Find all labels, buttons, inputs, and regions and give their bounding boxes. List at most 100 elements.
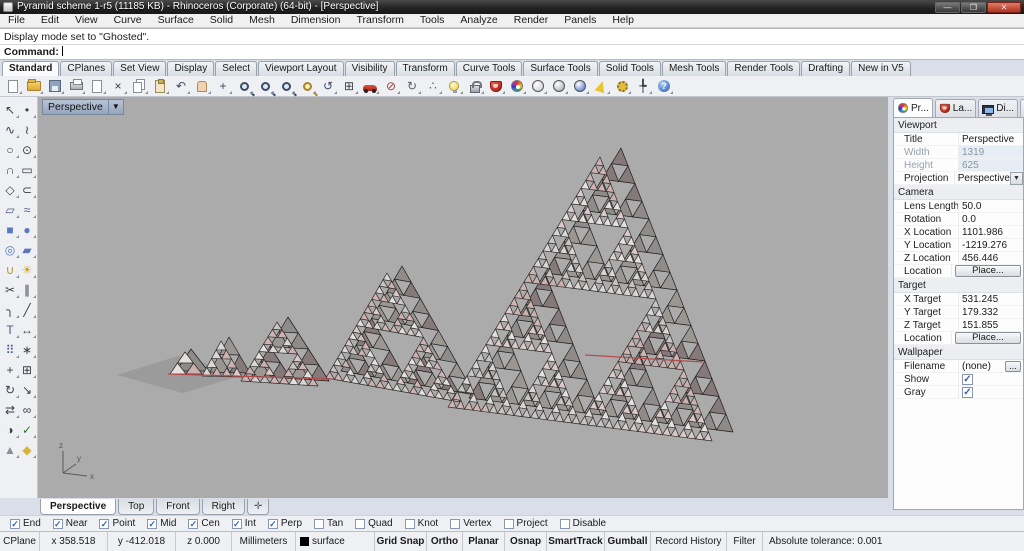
pan-icon[interactable]	[193, 77, 211, 95]
cplane-cell[interactable]: CPlane	[0, 532, 40, 551]
panel-row-value[interactable]: 0.0	[958, 213, 1023, 225]
place-button[interactable]: Place...	[955, 332, 1021, 344]
panel-row-value[interactable]: Perspective	[958, 133, 1023, 145]
osnap-checkbox-vertex[interactable]: ✓	[450, 519, 460, 529]
layers-icon[interactable]	[487, 77, 505, 95]
panel-tab-layers[interactable]: La...	[935, 99, 976, 117]
point-tool-icon[interactable]: •	[19, 100, 36, 120]
print-icon[interactable]	[67, 77, 85, 95]
visibility-tool-icon[interactable]: ◑	[2, 420, 19, 440]
osnap-checkbox-near[interactable]: ✓	[53, 519, 63, 529]
explode-tool-icon[interactable]: ☀	[19, 260, 36, 280]
toolbar-tab-curve-tools[interactable]: Curve Tools	[456, 61, 523, 76]
osnap-disable[interactable]: ✓Disable	[560, 518, 606, 529]
menu-item-curve[interactable]: Curve	[106, 14, 150, 27]
menu-item-help[interactable]: Help	[604, 14, 642, 27]
osnap-int[interactable]: ✓Int	[232, 518, 256, 529]
diamond-tool-icon[interactable]: ◆	[19, 440, 36, 460]
osnap-checkbox-perp[interactable]: ✓	[268, 519, 278, 529]
export-icon[interactable]	[88, 77, 106, 95]
checkbox-gray[interactable]: ✓	[962, 387, 973, 398]
move-copy-icon[interactable]: ∴	[424, 77, 442, 95]
osnap-knot[interactable]: ✓Knot	[405, 518, 439, 529]
hide-objects-icon[interactable]: ⊘	[382, 77, 400, 95]
osnap-checkbox-project[interactable]: ✓	[504, 519, 514, 529]
osnap-near[interactable]: ✓Near	[53, 518, 88, 529]
polar-array-icon[interactable]: ∗	[19, 340, 36, 360]
toolbar-tab-display[interactable]: Display	[167, 61, 214, 76]
paste-icon[interactable]	[151, 77, 169, 95]
status-toggle-grid-snap[interactable]: Grid Snap	[375, 532, 427, 551]
status-toggle-gumball[interactable]: Gumball	[605, 532, 651, 551]
panel-row-value[interactable]: 179.332	[958, 306, 1023, 318]
undo-icon[interactable]: ↶	[172, 77, 190, 95]
properties-icon[interactable]	[508, 77, 526, 95]
box-tool-icon[interactable]: ■	[2, 220, 19, 240]
toolbar-tab-transform[interactable]: Transform	[396, 61, 455, 76]
command-input[interactable]: Command:	[0, 45, 1024, 60]
osnap-checkbox-quad[interactable]: ✓	[355, 519, 365, 529]
osnap-checkbox-disable[interactable]: ✓	[560, 519, 570, 529]
menu-item-mesh[interactable]: Mesh	[241, 14, 283, 27]
zoom-window-icon[interactable]	[277, 77, 295, 95]
osnap-mid[interactable]: ✓Mid	[147, 518, 176, 529]
osnap-tan[interactable]: ✓Tan	[314, 518, 343, 529]
lock-icon[interactable]	[466, 77, 484, 95]
osnap-checkbox-tan[interactable]: ✓	[314, 519, 324, 529]
viewport-tab-top[interactable]: Top	[118, 499, 154, 515]
add-viewport-tab-button[interactable]: ✛	[247, 499, 269, 515]
freeform-curve-icon[interactable]: ⊂	[19, 180, 36, 200]
menu-item-edit[interactable]: Edit	[33, 14, 67, 27]
toolbar-tab-viewport-layout[interactable]: Viewport Layout	[258, 61, 344, 76]
status-toggle-record-history[interactable]: Record History	[651, 532, 727, 551]
osnap-end[interactable]: ✓End	[10, 518, 41, 529]
rendered-view-icon[interactable]	[550, 77, 568, 95]
open-file-icon[interactable]	[25, 77, 43, 95]
panel-row-value[interactable]: -1219.276	[958, 239, 1023, 251]
panel-row-value[interactable]: 456.446	[958, 252, 1023, 264]
menu-item-render[interactable]: Render	[506, 14, 556, 27]
arc-tool-icon[interactable]: ∩	[2, 160, 19, 180]
polygon-tool-icon[interactable]: ◇	[2, 180, 19, 200]
mirror-tool-icon[interactable]: ⇄	[2, 400, 19, 420]
shaded-view-icon[interactable]	[529, 77, 547, 95]
toolbar-tab-solid-tools[interactable]: Solid Tools	[599, 61, 661, 76]
menu-item-surface[interactable]: Surface	[150, 14, 202, 27]
osnap-checkbox-cen[interactable]: ✓	[188, 519, 198, 529]
close-button[interactable]: ✕	[987, 2, 1021, 13]
join-tool-icon[interactable]: ∞	[19, 400, 36, 420]
ellipse-tool-icon[interactable]: ⊙	[19, 140, 36, 160]
split-tool-icon[interactable]: ∥	[19, 280, 36, 300]
minimize-button[interactable]: —	[935, 2, 960, 13]
rotate-tool-icon[interactable]: ↻	[2, 380, 19, 400]
panel-tab-help[interactable]: ?He...	[1020, 99, 1024, 117]
trim-tool-icon[interactable]: ✂	[2, 280, 19, 300]
viewport[interactable]: zyx Perspective ▼	[38, 97, 888, 498]
panel-tab-properties[interactable]: Pr...	[893, 98, 933, 117]
array-tool-icon[interactable]: ⠿	[2, 340, 19, 360]
toolbar-tab-mesh-tools[interactable]: Mesh Tools	[662, 61, 726, 76]
menu-item-analyze[interactable]: Analyze	[452, 14, 505, 27]
status-toggle-ortho[interactable]: Ortho	[427, 532, 463, 551]
panel-row-value[interactable]: 151.855	[958, 319, 1023, 331]
cone-tool-icon[interactable]: ▲	[2, 440, 19, 460]
toolbar-tab-select[interactable]: Select	[215, 61, 257, 76]
display-mode-icon[interactable]	[361, 77, 379, 95]
move-icon[interactable]: +	[214, 77, 232, 95]
check-tool-icon[interactable]: ✓	[19, 420, 36, 440]
viewport-tab-right[interactable]: Right	[202, 499, 245, 515]
plane-tool-icon[interactable]: ▰	[19, 240, 36, 260]
zoom-extents-icon[interactable]	[235, 77, 253, 95]
status-toggle-osnap[interactable]: Osnap	[505, 532, 547, 551]
menu-item-tools[interactable]: Tools	[412, 14, 453, 27]
menu-item-view[interactable]: View	[67, 14, 106, 27]
viewport-tab-front[interactable]: Front	[156, 499, 199, 515]
named-cplane-icon[interactable]: ╄	[634, 77, 652, 95]
osnap-cen[interactable]: ✓Cen	[188, 518, 219, 529]
zoom-selected-icon[interactable]	[298, 77, 316, 95]
render-icon[interactable]	[571, 77, 589, 95]
panel-row-value[interactable]: 531.245	[958, 293, 1023, 305]
toolbar-tab-standard[interactable]: Standard	[2, 61, 59, 76]
osnap-point[interactable]: ✓Point	[99, 518, 135, 529]
undo-view-icon[interactable]: ↺	[319, 77, 337, 95]
